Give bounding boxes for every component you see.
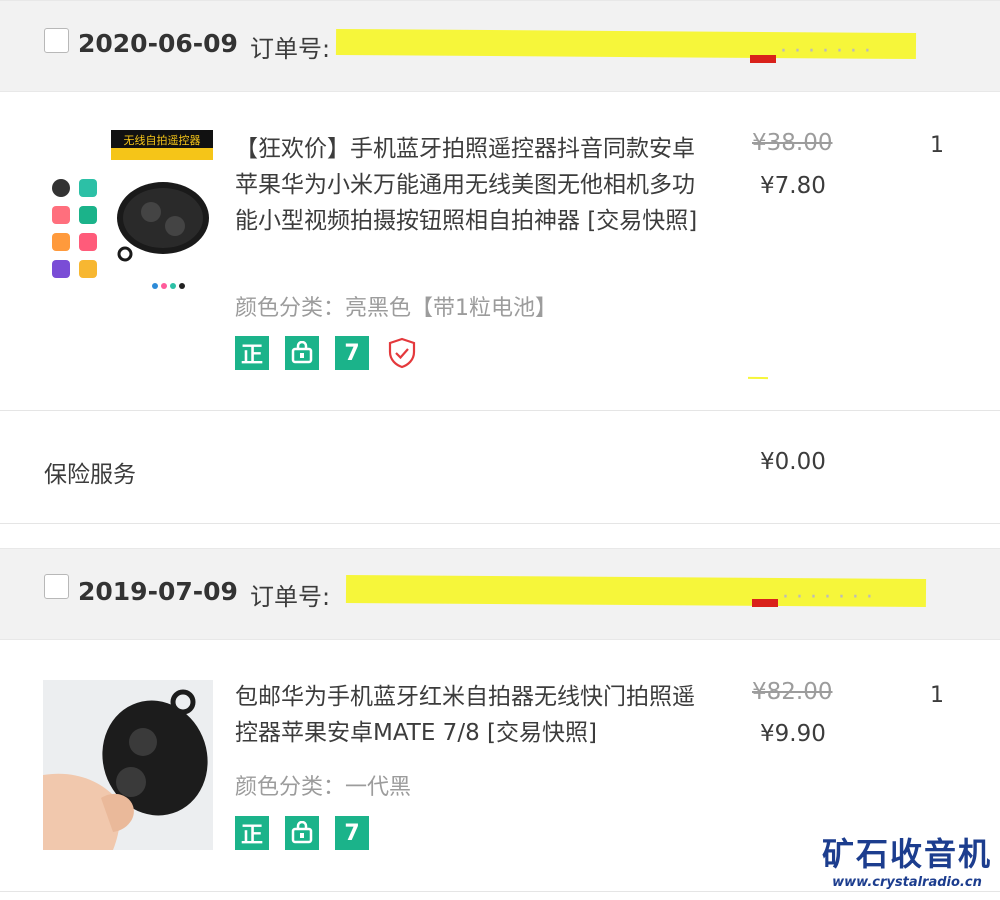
product-sku: 颜色分类：一代黑 [235, 775, 412, 800]
site-watermark-logo: 矿石收音机 www.crystalradio.cn [822, 829, 992, 890]
order-date: 2020-06-09 [78, 29, 238, 58]
redacted-shop-icon [750, 55, 776, 63]
seven-day-return-badge-icon[interactable]: 7 [335, 336, 369, 370]
product-thumbnail[interactable]: 无线自拍遥控器 [43, 126, 213, 296]
quantity: 1 [930, 133, 944, 158]
order-header: 2019-07-09 订单号: · · · · · · · [0, 548, 1000, 640]
product-sku: 颜色分类：亮黑色【带1粒电池】 [235, 296, 557, 321]
genuine-badge-icon[interactable]: 正 [235, 816, 269, 850]
order-divider [0, 523, 1000, 524]
thumbnail-caption: 无线自拍遥控器 [124, 133, 201, 147]
seven-day-return-badge-icon[interactable]: 7 [335, 816, 369, 850]
order-select-checkbox[interactable] [44, 28, 69, 53]
service-badges: 正 7 [235, 816, 369, 850]
order-item-row: 无线自拍遥控器 【狂欢价】手机蓝牙拍照遥控器抖音同款安卓苹果华为小米万能通用无线… [0, 93, 1000, 410]
watermark-url: www.crystalradio.cn [832, 875, 982, 890]
row-divider [0, 891, 1000, 892]
order-number-label: 订单号: [250, 583, 331, 611]
redacted-shop-name: · · · · · · · [782, 585, 873, 610]
shopping-bag-icon[interactable] [285, 816, 319, 850]
watermark-name: 矿石收音机 [821, 835, 992, 873]
order-date: 2019-07-09 [78, 577, 238, 606]
original-price: ¥38.00 [752, 130, 833, 156]
original-price: ¥82.00 [752, 679, 833, 705]
insurance-service-label: 保险服务 [44, 462, 136, 488]
redacted-shop-name: · · · · · · · [780, 39, 871, 64]
product-title-link[interactable]: 【狂欢价】手机蓝牙拍照遥控器抖音同款安卓苹果华为小米万能通用无线美图无他相机多功… [235, 131, 705, 239]
product-title-link[interactable]: 包邮华为手机蓝牙红米自拍器无线快门拍照遥控器苹果安卓MATE 7/8 [交易快照… [235, 679, 705, 751]
row-divider [0, 410, 1000, 411]
shopping-bag-icon[interactable] [285, 336, 319, 370]
product-thumbnail[interactable] [43, 680, 213, 850]
order-header: 2020-06-09 订单号: · · · · · · · [0, 0, 1000, 92]
genuine-badge-icon[interactable]: 正 [235, 336, 269, 370]
service-badges: 正 7 [235, 336, 419, 370]
paid-price: ¥9.90 [760, 721, 826, 747]
order-number-label: 订单号: [250, 35, 331, 63]
quantity: 1 [930, 683, 944, 708]
redaction-mark [747, 376, 769, 380]
shield-check-icon[interactable] [385, 336, 419, 370]
insurance-service-price: ¥0.00 [760, 449, 826, 475]
redacted-shop-icon [752, 599, 778, 607]
paid-price: ¥7.80 [760, 173, 826, 199]
order-select-checkbox[interactable] [44, 574, 69, 599]
